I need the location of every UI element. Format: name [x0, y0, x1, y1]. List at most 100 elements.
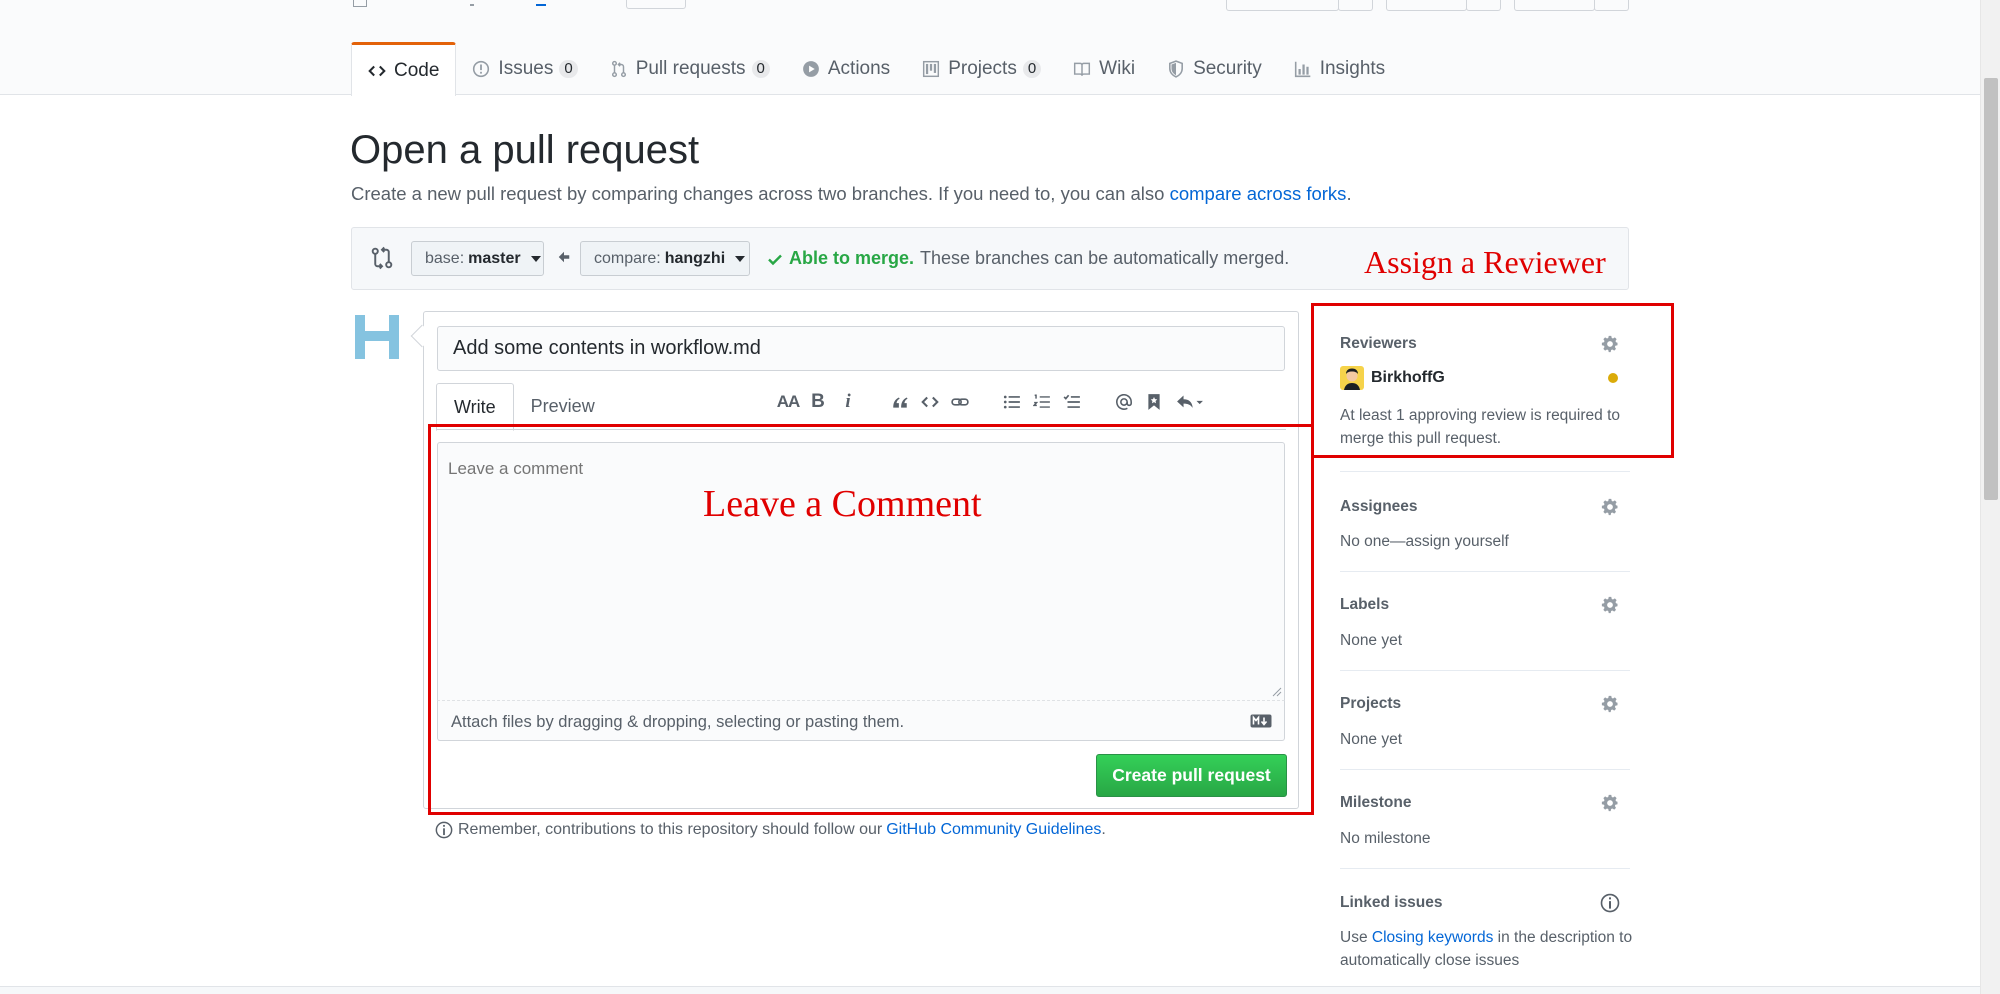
mention-button[interactable] — [1109, 388, 1139, 416]
pr-title-input[interactable] — [437, 326, 1285, 371]
reviewers-heading[interactable]: Reviewers — [1340, 335, 1417, 353]
tab-preview[interactable]: Preview — [514, 383, 612, 430]
repo-nav: Code Issues 0 Pull requests 0 Actions Pr… — [351, 42, 1401, 96]
sidebar-linked-issues: Linked issues Use Closing keywords in th… — [1340, 869, 1632, 979]
gear-icon[interactable] — [1600, 793, 1620, 813]
repo-icon — [353, 0, 367, 7]
tab-actions[interactable]: Actions — [786, 42, 906, 95]
repo-header: Code Issues 0 Pull requests 0 Actions Pr… — [0, 0, 1980, 96]
reviewers-requirement-note: At least 1 approving review is required … — [1340, 407, 1621, 447]
tab-issues-label: Issues — [498, 57, 554, 79]
labels-heading[interactable]: Labels — [1340, 596, 1389, 614]
sidebar-milestone: Milestone No milestone — [1340, 770, 1630, 869]
shield-icon — [1169, 59, 1184, 78]
task-list-button[interactable] — [1057, 388, 1087, 416]
code-button[interactable] — [915, 388, 945, 416]
reviewer-name: BirkhoffG — [1371, 369, 1445, 386]
vertical-scrollbar[interactable] — [1980, 0, 2000, 994]
gear-icon[interactable] — [1600, 694, 1620, 714]
reviewer-item[interactable]: BirkhoffG — [1340, 366, 1445, 390]
discussion-sidebar: Reviewers BirkhoffG At least 1 approving… — [1340, 318, 1632, 979]
reply-icon — [1177, 395, 1203, 408]
avatar[interactable] — [351, 311, 403, 363]
git-compare-icon[interactable] — [370, 246, 394, 270]
repo-owner-fragment[interactable] — [470, 4, 474, 6]
issue-opened-icon — [473, 60, 490, 77]
assignees-heading[interactable]: Assignees — [1340, 498, 1418, 516]
assignees-value[interactable]: No one—assign yourself — [1340, 530, 1509, 553]
private-badge — [626, 0, 686, 9]
compare-across-forks-link[interactable]: compare across forks — [1170, 183, 1347, 204]
tab-issues[interactable]: Issues 0 — [456, 42, 593, 95]
resize-handle-icon[interactable] — [1272, 687, 1282, 697]
tab-code[interactable]: Code — [351, 42, 457, 96]
info-icon — [435, 821, 453, 839]
tab-insights[interactable]: Insights — [1278, 42, 1401, 95]
gear-icon[interactable] — [1600, 595, 1620, 615]
guidelines-text: Remember, contributions to this reposito… — [458, 821, 883, 838]
italic-button[interactable]: i — [833, 388, 863, 416]
projects-counter: 0 — [1022, 59, 1042, 78]
projects-heading[interactable]: Projects — [1340, 695, 1401, 713]
identicon-image — [351, 311, 403, 363]
compare-prefix: compare: — [594, 249, 661, 267]
tab-security[interactable]: Security — [1151, 42, 1278, 95]
merge-status: Able to merge. These branches can be aut… — [767, 248, 1289, 269]
guidelines-period: . — [1101, 821, 1106, 838]
numbered-list-button[interactable] — [1027, 388, 1057, 416]
reference-button[interactable] — [1139, 388, 1169, 416]
base-branch-name: master — [468, 249, 521, 267]
bookmark-icon — [1148, 394, 1160, 410]
file-attach-bar[interactable]: Attach files by dragging & dropping, sel… — [437, 701, 1285, 741]
arrow-left-icon — [558, 251, 570, 263]
quote-icon — [893, 397, 908, 408]
fork-count[interactable] — [1594, 0, 1629, 11]
quote-button[interactable] — [885, 388, 915, 416]
community-guidelines-link[interactable]: GitHub Community Guidelines — [886, 821, 1101, 839]
page: Code Issues 0 Pull requests 0 Actions Pr… — [0, 0, 2000, 994]
star-count[interactable] — [1466, 0, 1501, 11]
projects-value: None yet — [1340, 731, 1403, 748]
italic-icon: i — [845, 391, 851, 412]
tab-wiki[interactable]: Wiki — [1057, 42, 1151, 95]
bold-button[interactable]: B — [803, 388, 833, 416]
subtitle-text: Create a new pull request by comparing c… — [351, 183, 1170, 204]
annotation-reviewer-label: Assign a Reviewer — [1364, 244, 1606, 280]
compare-branch-select[interactable]: compare: hangzhi — [580, 241, 750, 276]
gear-icon[interactable] — [1600, 334, 1620, 354]
tab-wiki-label: Wiki — [1099, 57, 1136, 79]
fork-button[interactable] — [1514, 0, 1595, 11]
saved-replies-button[interactable] — [1169, 388, 1211, 416]
code-icon — [921, 396, 939, 408]
comment-textarea[interactable] — [437, 442, 1285, 701]
watch-button[interactable] — [1226, 0, 1339, 11]
page-title: Open a pull request — [350, 128, 700, 172]
tab-pull-requests[interactable]: Pull requests 0 — [594, 42, 786, 95]
list-ordered-icon — [1033, 394, 1050, 408]
bulleted-list-button[interactable] — [997, 388, 1027, 416]
markdown-icon[interactable] — [1250, 714, 1272, 728]
link-button[interactable] — [945, 388, 975, 416]
create-pull-request-button[interactable]: Create pull request — [1096, 754, 1287, 797]
pull-requests-counter: 0 — [751, 59, 770, 78]
avatar — [1340, 366, 1364, 390]
horizontal-scroll-track — [0, 986, 1980, 994]
info-icon[interactable] — [1600, 893, 1620, 913]
able-to-merge: Able to merge. — [789, 248, 915, 268]
star-button[interactable] — [1386, 0, 1467, 11]
linked-issues-note: Use Closing keywords in the description … — [1340, 926, 1640, 972]
heading-button[interactable]: AA — [773, 388, 803, 416]
pending-review-dot — [1608, 373, 1618, 383]
watch-count[interactable] — [1338, 0, 1373, 11]
tab-projects[interactable]: Projects 0 — [906, 42, 1057, 95]
sidebar-reviewers: Reviewers BirkhoffG At least 1 approving… — [1340, 318, 1630, 472]
base-branch-select[interactable]: base: master — [411, 241, 544, 276]
graph-icon — [1294, 61, 1311, 77]
gear-icon[interactable] — [1600, 497, 1620, 517]
scrollbar-thumb[interactable] — [1984, 78, 1998, 500]
tab-write[interactable]: Write — [436, 383, 514, 431]
closing-keywords-link[interactable]: Closing keywords — [1372, 929, 1493, 946]
repo-name-fragment[interactable] — [536, 4, 546, 6]
milestone-heading[interactable]: Milestone — [1340, 794, 1411, 812]
community-guidelines-note: Remember, contributions to this reposito… — [435, 821, 1106, 839]
